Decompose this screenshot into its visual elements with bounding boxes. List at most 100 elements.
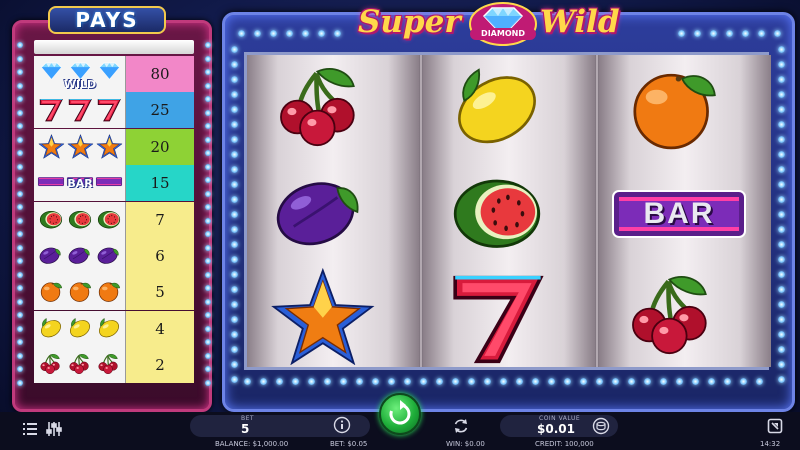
light-bulb xyxy=(270,30,277,37)
light-bulb xyxy=(676,378,683,385)
paytable-row-seven: 25 xyxy=(34,92,194,129)
watermelon-icon xyxy=(37,205,65,237)
plum-icon xyxy=(66,241,94,273)
watermelon-icon xyxy=(66,205,94,237)
light-bulb xyxy=(231,271,238,278)
light-bulb xyxy=(205,285,211,291)
paytable-lights-right xyxy=(205,42,211,392)
light-bulb xyxy=(17,258,23,264)
light-bulb xyxy=(644,378,651,385)
orange-icon xyxy=(37,277,65,309)
light-bulb xyxy=(436,378,443,385)
light-bulb xyxy=(231,256,238,263)
logo-badge-diamond: DIAMOND xyxy=(470,28,536,40)
light-bulb xyxy=(532,378,539,385)
paytable-payout: 25 xyxy=(126,92,194,129)
game-logo: Super DIAMOND Wild xyxy=(340,0,650,46)
light-bulb xyxy=(276,378,283,385)
paytable-row-diamond-wild: WILD 80 xyxy=(34,56,194,92)
light-bulb xyxy=(778,181,785,188)
light-bulb xyxy=(231,61,238,68)
light-bulb xyxy=(724,378,731,385)
paytable-symbol-label: WILD xyxy=(63,78,97,91)
paytable-payout: 15 xyxy=(126,165,194,202)
light-bulb xyxy=(205,109,211,116)
watermelon-icon xyxy=(423,159,595,263)
paytable: WILD 80 25 20 BAR 15 7 6 5 4 2 xyxy=(34,56,194,384)
light-bulb xyxy=(231,181,238,188)
cherry-icon xyxy=(247,55,419,159)
slot-game-stage: PAYS WILD 80 25 20 BAR 15 7 6 5 4 2 BAR … xyxy=(0,0,800,450)
watermelon-icon xyxy=(95,205,123,237)
light-bulb xyxy=(452,378,459,385)
cherry-icon xyxy=(599,263,771,367)
light-bulb xyxy=(372,378,379,385)
light-bulb xyxy=(778,271,785,278)
paytable-row-plum: 6 xyxy=(34,238,194,274)
light-bulb xyxy=(324,378,331,385)
light-bulb xyxy=(778,361,785,368)
light-bulb xyxy=(17,163,23,170)
paytable-payout: 7 xyxy=(126,201,194,238)
seven-icon xyxy=(37,95,65,127)
light-bulb xyxy=(778,226,785,233)
light-bulb xyxy=(231,121,238,128)
light-bulb xyxy=(742,30,749,37)
bet-value: 5 xyxy=(241,422,250,436)
paytable-lights-left xyxy=(17,42,23,392)
light-bulb xyxy=(231,91,238,98)
light-bulb xyxy=(17,96,23,102)
reel-2 xyxy=(423,55,595,367)
sliders-icon[interactable] xyxy=(44,419,64,439)
light-bulb xyxy=(612,378,619,385)
light-bulb xyxy=(778,286,785,293)
light-bulb xyxy=(238,30,245,37)
seven-icon xyxy=(66,95,94,127)
light-bulb xyxy=(17,271,23,278)
coin-value: $0.01 xyxy=(537,422,575,436)
light-bulb xyxy=(778,331,785,338)
light-bulb xyxy=(17,109,23,116)
light-bulb xyxy=(778,76,785,83)
paytable-row-lemon: 4 xyxy=(34,310,194,347)
light-bulb xyxy=(516,378,523,385)
paytable-header-strip xyxy=(34,40,194,54)
light-bulb xyxy=(710,30,717,37)
light-bulb xyxy=(548,378,555,385)
spin-button[interactable] xyxy=(379,393,421,435)
exit-icon[interactable] xyxy=(766,417,786,437)
cherry-icon xyxy=(95,350,123,382)
light-bulb xyxy=(420,378,427,385)
win-readout: WIN: $0.00 xyxy=(446,440,485,448)
light-bulb xyxy=(231,301,238,308)
paytable-symbol-label: BAR xyxy=(67,177,93,191)
light-bulb xyxy=(205,204,211,210)
light-bulb xyxy=(774,30,781,37)
plum-icon xyxy=(95,241,123,273)
paytable-symbols-seven xyxy=(34,92,126,129)
refresh-icon[interactable] xyxy=(452,417,472,437)
light-bulb xyxy=(205,298,211,305)
light-bulb xyxy=(596,378,603,385)
light-bulb xyxy=(244,378,251,385)
light-bulb xyxy=(628,378,635,385)
list-icon[interactable] xyxy=(20,419,40,439)
coin-stack-icon[interactable] xyxy=(592,417,612,437)
light-bulb xyxy=(205,177,211,183)
light-bulb xyxy=(231,136,238,143)
spin-arrow-icon xyxy=(389,400,411,425)
orange-icon xyxy=(66,277,94,309)
light-bulb xyxy=(17,190,23,197)
credit-readout: CREDIT: 100,000 xyxy=(535,440,594,448)
paytable-symbols-lemon xyxy=(34,310,126,347)
light-bulb xyxy=(231,211,238,218)
cherry-icon xyxy=(37,350,65,382)
light-bulb xyxy=(758,30,765,37)
light-bulb xyxy=(17,123,23,129)
bet-label: BET xyxy=(241,415,255,422)
light-bulb xyxy=(778,376,785,383)
light-bulb xyxy=(778,166,785,173)
info-icon[interactable] xyxy=(333,416,353,436)
logo-word-wild: Wild xyxy=(540,4,620,40)
light-bulb xyxy=(694,30,701,37)
